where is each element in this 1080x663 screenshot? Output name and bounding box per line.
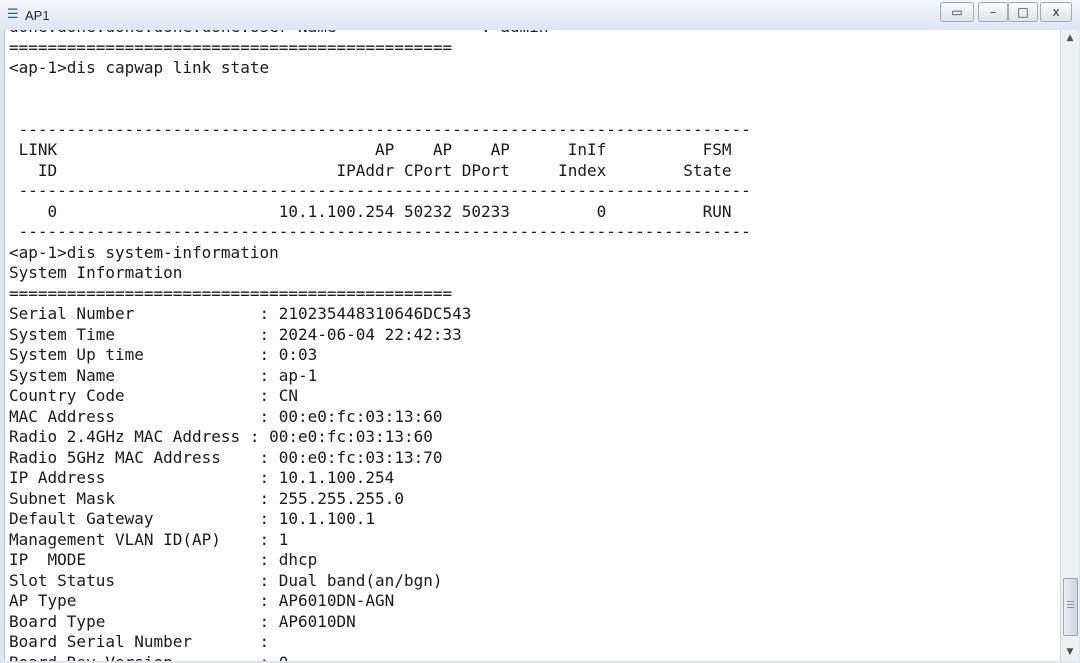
terminal-line: Radio 2.4GHz MAC Address : 00:e0:fc:03:1… [9,427,433,446]
scroll-up-arrow-icon[interactable]: ▲ [1061,30,1079,47]
terminal-line: ========================================… [9,283,453,303]
terminal-app-icon: ☰ [7,7,19,22]
terminal-line: 0 10.1.100.254 50232 50233 0 RUN [9,201,732,221]
vertical-scrollbar[interactable]: ▲ ▼ [1060,30,1079,661]
terminal-line: ----------------------------------------… [9,181,751,200]
terminal-line: ----------------------------------------… [9,222,751,241]
terminal-line: <ap-1>dis system-information [9,242,279,262]
terminal-line: AP Type : AP6010DN-AGN [9,591,395,610]
terminal-line: Board Serial Number : [9,632,270,651]
terminal-line: Management VLAN ID(AP) : 1 [9,529,289,549]
terminal-line: System Up time : 0:03 [9,345,318,364]
terminal-text: done.done.done.done.done.User Name : adm… [9,30,751,661]
terminal-line: MAC Address : 00:e0:fc:03:13:60 [9,406,443,426]
terminal-line: System Name : ap-1 [9,365,318,385]
terminal-line: done.done.done.done.done.User Name : adm… [9,30,751,38]
terminal-line: <ap-1>dis capwap link state [9,58,270,77]
terminal-line: System Time : 2024-06-04 22:42:33 [9,324,462,344]
terminal-line: Country Code : CN [9,386,298,405]
terminal-line: ========================================… [9,37,453,57]
scroll-down-arrow-icon[interactable]: ▼ [1061,644,1079,661]
scrollbar-thumb[interactable] [1063,578,1078,636]
terminal-line: Subnet Mask : 255.255.255.0 [9,488,404,508]
terminal-line: IP Address : 10.1.100.254 [9,468,395,487]
minimize-button[interactable]: – [978,2,1008,22]
restore-layout-button[interactable]: ▭ [940,2,974,22]
terminal-line: Board Rev Version : 0 [9,653,751,662]
terminal-line: LINK AP AP AP InIf FSM [9,140,732,159]
grip-icon [1067,601,1074,610]
title-bar[interactable]: ☰ AP1 ▭ – □ x [0,0,1080,30]
terminal-output-area[interactable]: done.done.done.done.done.User Name : adm… [4,30,1060,661]
terminal-line: IP MODE : dhcp [9,550,318,569]
maximize-button[interactable]: □ [1008,2,1038,22]
close-button[interactable]: x [1040,2,1072,22]
terminal-line: Serial Number : 210235448310646DC543 [9,304,472,323]
terminal-line: Default Gateway : 10.1.100.1 [9,509,376,528]
terminal-line: System Information [9,263,183,282]
terminal-line: Radio 5GHz MAC Address : 00:e0:fc:03:13:… [9,447,443,467]
terminal-line: Board Type : AP6010DN [9,611,356,631]
window-title: AP1 [25,8,50,23]
terminal-line: ----------------------------------------… [9,119,751,139]
terminal-line: Slot Status : Dual band(an/bgn) [9,570,443,590]
terminal-line: ID IPAddr CPort DPort Index State [9,160,732,180]
terminal-window: ☰ AP1 ▭ – □ x done.done.done.done.done.U… [0,0,1080,663]
